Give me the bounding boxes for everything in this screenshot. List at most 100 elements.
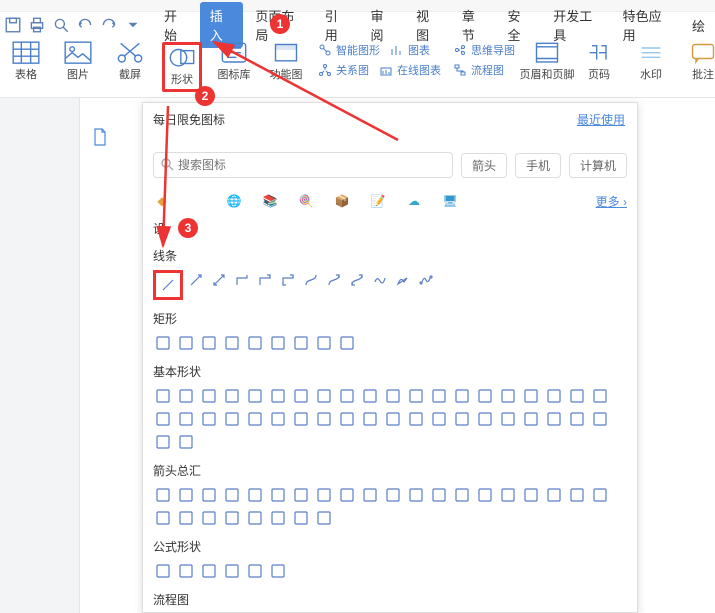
ribbon-funcgraph[interactable]: 功能图 [266, 42, 306, 82]
gallery-icon-3[interactable]: 🌐 [225, 192, 243, 210]
shape-swatch[interactable] [590, 386, 610, 406]
shape-swatch[interactable] [314, 333, 334, 353]
shape-line-variant[interactable] [416, 270, 436, 290]
ribbon-mindmap[interactable]: 思维导图 [453, 42, 515, 58]
shape-swatch[interactable] [222, 386, 242, 406]
shape-swatch[interactable] [360, 386, 380, 406]
chip-arrow[interactable]: 箭头 [461, 153, 507, 178]
shape-swatch[interactable] [222, 409, 242, 429]
shape-line-variant[interactable] [278, 270, 298, 290]
ribbon-table[interactable]: 表格 [6, 42, 46, 82]
shape-swatch[interactable] [291, 333, 311, 353]
ribbon-smartart[interactable]: 智能图形 [318, 42, 380, 58]
search-box[interactable] [153, 152, 453, 178]
shape-swatch[interactable] [521, 386, 541, 406]
shape-swatch[interactable] [406, 485, 426, 505]
shape-swatch[interactable] [245, 386, 265, 406]
shape-swatch[interactable] [153, 386, 173, 406]
chip-phone[interactable]: 手机 [515, 153, 561, 178]
shape-line-highlighted[interactable] [153, 270, 183, 300]
save-icon[interactable] [4, 16, 22, 34]
shape-swatch[interactable] [337, 386, 357, 406]
shape-swatch[interactable] [153, 485, 173, 505]
shape-line-variant[interactable] [393, 270, 413, 290]
ribbon-picture[interactable]: 图片 [58, 42, 98, 82]
shape-swatch[interactable] [498, 386, 518, 406]
shape-swatch[interactable] [360, 485, 380, 505]
shape-swatch[interactable] [268, 508, 288, 528]
shape-swatch[interactable] [153, 508, 173, 528]
shape-swatch[interactable] [176, 409, 196, 429]
shape-line-variant[interactable] [347, 270, 367, 290]
gallery-icon-1[interactable]: ◆ [153, 192, 171, 210]
preview-icon[interactable] [52, 16, 70, 34]
page-thumb-icon[interactable] [92, 128, 108, 149]
shape-swatch[interactable] [199, 508, 219, 528]
gallery-icon-8[interactable]: ☁ [405, 192, 423, 210]
shape-line-variant[interactable] [301, 270, 321, 290]
shape-swatch[interactable] [590, 409, 610, 429]
shape-swatch[interactable] [245, 508, 265, 528]
ribbon-headerfooter[interactable]: 页眉和页脚 [527, 42, 567, 82]
gallery-icon-9[interactable]: 🖥 [441, 192, 459, 210]
ribbon-watermark[interactable]: 水印 [631, 42, 671, 82]
shape-swatch[interactable] [337, 485, 357, 505]
shape-line-variant[interactable] [255, 270, 275, 290]
ribbon-comment[interactable]: 批注 [683, 42, 715, 82]
shape-swatch[interactable] [153, 333, 173, 353]
shape-swatch[interactable] [567, 485, 587, 505]
shape-swatch[interactable] [176, 432, 196, 452]
shape-swatch[interactable] [452, 485, 472, 505]
shape-line-variant[interactable] [209, 270, 229, 290]
shape-swatch[interactable] [452, 409, 472, 429]
gallery-icon-6[interactable]: 📦 [333, 192, 351, 210]
shape-swatch[interactable] [176, 386, 196, 406]
shape-swatch[interactable] [199, 409, 219, 429]
shape-swatch[interactable] [199, 333, 219, 353]
shape-swatch[interactable] [590, 485, 610, 505]
shape-swatch[interactable] [268, 333, 288, 353]
search-input[interactable] [178, 158, 446, 172]
shape-swatch[interactable] [291, 386, 311, 406]
gallery-icon-4[interactable]: 📚 [261, 192, 279, 210]
shape-swatch[interactable] [199, 561, 219, 581]
shape-swatch[interactable] [199, 485, 219, 505]
shape-swatch[interactable] [475, 409, 495, 429]
ribbon-relgraph[interactable]: 关系图 [318, 62, 369, 78]
shape-swatch[interactable] [291, 508, 311, 528]
shape-swatch[interactable] [383, 409, 403, 429]
shape-swatch[interactable] [153, 409, 173, 429]
shape-swatch[interactable] [314, 508, 334, 528]
shape-swatch[interactable] [406, 409, 426, 429]
shape-swatch[interactable] [383, 485, 403, 505]
tab-overflow[interactable]: 绘 [682, 12, 715, 39]
shape-swatch[interactable] [199, 386, 219, 406]
shape-swatch[interactable] [383, 386, 403, 406]
ribbon-chart[interactable]: 图表 [390, 42, 430, 58]
ribbon-onlinechart[interactable]: 在线图表 [379, 62, 441, 78]
shape-swatch[interactable] [314, 409, 334, 429]
shape-line-variant[interactable] [370, 270, 390, 290]
redo-icon[interactable] [100, 16, 118, 34]
undo-icon[interactable] [76, 16, 94, 34]
shape-swatch[interactable] [314, 485, 334, 505]
shape-swatch[interactable] [429, 485, 449, 505]
shape-swatch[interactable] [475, 485, 495, 505]
shape-swatch[interactable] [245, 409, 265, 429]
shape-swatch[interactable] [222, 508, 242, 528]
gallery-icon-5[interactable]: 🍭 [297, 192, 315, 210]
shape-swatch[interactable] [337, 333, 357, 353]
shape-swatch[interactable] [153, 432, 173, 452]
shape-swatch[interactable] [222, 561, 242, 581]
shape-swatch[interactable] [176, 333, 196, 353]
shape-line-variant[interactable] [186, 270, 206, 290]
shape-swatch[interactable] [360, 409, 380, 429]
gallery-icon-7[interactable]: 📝 [369, 192, 387, 210]
shape-swatch[interactable] [245, 333, 265, 353]
shape-swatch[interactable] [153, 561, 173, 581]
shape-swatch[interactable] [291, 409, 311, 429]
shape-swatch[interactable] [268, 386, 288, 406]
shape-swatch[interactable] [429, 409, 449, 429]
shape-swatch[interactable] [222, 485, 242, 505]
shape-swatch[interactable] [176, 561, 196, 581]
